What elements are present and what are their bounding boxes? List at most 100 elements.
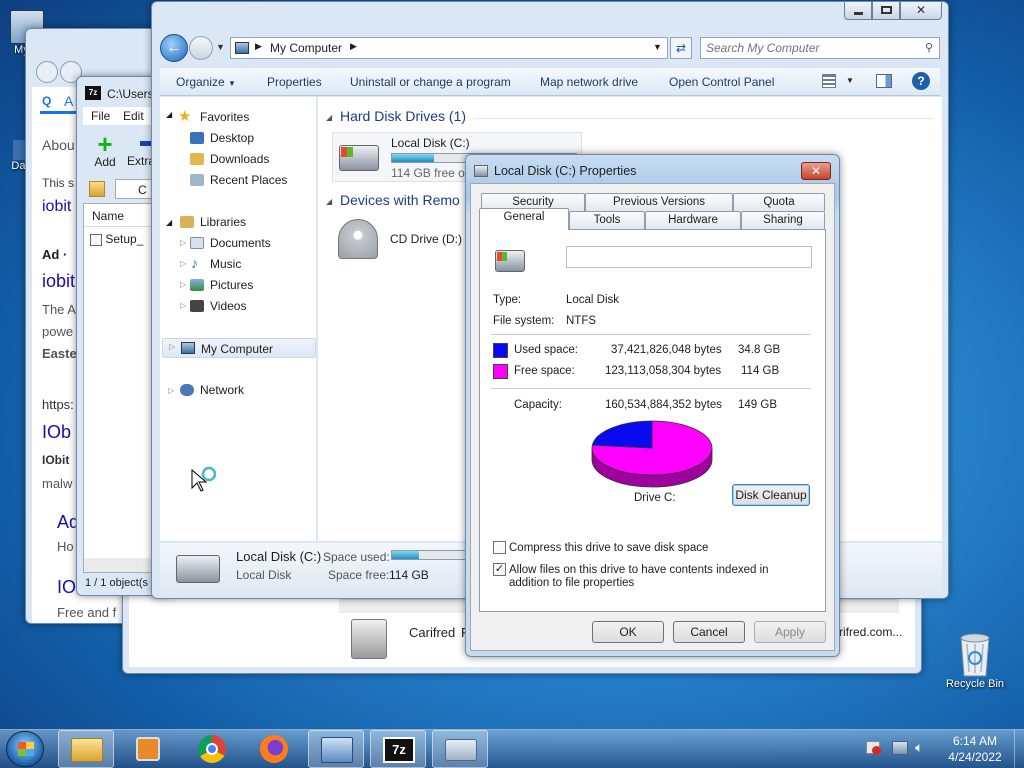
nav-item-downloads[interactable]: Downloads — [210, 152, 269, 166]
mouse-cursor-icon — [191, 466, 217, 492]
file-icon — [90, 233, 102, 246]
taskbar-my-computer[interactable] — [308, 730, 364, 768]
tab-sharing[interactable]: Sharing — [741, 211, 825, 229]
file-row[interactable]: Setup_ — [90, 232, 143, 246]
keyboard-icon — [445, 739, 477, 761]
back-button[interactable]: ← — [160, 34, 188, 62]
compress-checkbox[interactable] — [493, 541, 506, 554]
start-button[interactable] — [6, 731, 44, 767]
map-drive-button[interactable]: Map network drive — [540, 75, 638, 89]
collapse-arrow-icon[interactable]: ◢ — [326, 197, 332, 206]
type-label: Type: — [493, 294, 522, 306]
recent-places-icon — [190, 174, 204, 186]
file-name: Setup_ — [105, 232, 144, 246]
preview-pane-icon[interactable] — [876, 74, 892, 88]
clock-date: 4/24/2022 — [948, 750, 1002, 764]
volume-icon[interactable]: 🔈︎ — [915, 739, 923, 756]
nav-item-desktop[interactable]: Desktop — [210, 131, 254, 145]
desktop-icon-recycle-bin[interactable]: Recycle Bin — [940, 630, 1010, 690]
help-icon[interactable]: ? — [912, 72, 930, 90]
result-link[interactable]: IOb — [42, 422, 71, 443]
minimize-button[interactable] — [844, 2, 872, 20]
videos-icon — [190, 300, 204, 312]
search-input[interactable] — [706, 40, 906, 56]
add-button[interactable]: + Add — [89, 129, 121, 171]
menu-edit[interactable]: Edit — [123, 109, 144, 123]
up-folder-icon[interactable] — [89, 181, 105, 197]
properties-dialog: Local Disk (C:) Properties ✕ Security Pr… — [465, 154, 840, 657]
tab-hardware[interactable]: Hardware — [645, 211, 741, 229]
carifred-url[interactable]: rifred.com... — [839, 625, 902, 639]
taskbar-media-player[interactable] — [120, 730, 176, 768]
expand-arrow-icon[interactable]: ▷ — [180, 280, 186, 289]
forward-button[interactable] — [189, 36, 213, 60]
taskbar-explorer[interactable] — [58, 730, 114, 768]
taskbar-firefox[interactable] — [246, 730, 302, 768]
apply-button[interactable]: Apply — [754, 621, 826, 643]
maximize-button[interactable] — [872, 2, 900, 20]
organize-menu[interactable]: Organize ▼ — [176, 75, 236, 89]
result-link[interactable]: iobit — [42, 198, 71, 216]
expand-arrow-icon[interactable]: ▷ — [180, 301, 186, 310]
search-box[interactable]: ⚲ — [700, 37, 940, 59]
nav-item-documents[interactable]: Documents — [210, 236, 271, 250]
nav-item-videos[interactable]: Videos — [210, 299, 246, 313]
cd-drive-icon — [338, 219, 378, 259]
network-tray-icon[interactable] — [892, 741, 908, 755]
dialog-close-button[interactable]: ✕ — [801, 162, 831, 180]
properties-button[interactable]: Properties — [267, 75, 322, 89]
refresh-button[interactable]: ⇄ — [670, 37, 692, 59]
taskbar-control-panel[interactable] — [432, 730, 488, 768]
tab-previous-versions[interactable]: Previous Versions — [585, 193, 733, 211]
libraries-item[interactable]: Libraries — [200, 215, 246, 229]
disk-cleanup-button[interactable]: Disk Cleanup — [732, 484, 810, 506]
close-icon: ✕ — [810, 164, 822, 178]
recent-pages-dropdown[interactable]: ▼ — [216, 42, 225, 52]
cancel-button[interactable]: Cancel — [673, 621, 745, 643]
nav-item-my-computer-selected[interactable]: ▷ My Computer — [162, 338, 316, 358]
action-center-icon[interactable] — [866, 741, 881, 755]
tab-general[interactable]: General — [479, 208, 569, 230]
network-item[interactable]: Network — [200, 383, 244, 397]
address-bar[interactable]: ▶ My Computer ▶ ▼ — [230, 37, 668, 59]
tab-tools[interactable]: Tools — [569, 211, 645, 229]
taskbar-7zip[interactable]: 7z — [370, 730, 426, 768]
control-panel-button[interactable]: Open Control Panel — [669, 75, 774, 89]
favorites-item[interactable]: Favorites — [200, 110, 249, 124]
collapse-arrow-icon[interactable]: ◢ — [326, 113, 332, 122]
chevron-down-icon[interactable]: ▼ — [846, 76, 854, 85]
nav-item-recent-places[interactable]: Recent Places — [210, 173, 287, 187]
browser-back-button[interactable] — [36, 61, 58, 83]
expand-arrow-icon[interactable]: ▷ — [180, 238, 186, 247]
show-desktop-button[interactable] — [1014, 730, 1024, 768]
result-link[interactable]: IO — [57, 577, 76, 598]
group-header-devices[interactable]: Devices with Remo — [340, 192, 460, 208]
nav-item-pictures[interactable]: Pictures — [210, 278, 253, 292]
expand-arrow-icon[interactable]: ▷ — [168, 386, 174, 395]
close-button[interactable]: ✕ — [900, 2, 942, 20]
cd-drive-item[interactable]: CD Drive (D:) — [332, 215, 482, 265]
details-type: Local Disk — [236, 568, 292, 582]
minimize-icon — [853, 12, 863, 15]
index-checkbox[interactable]: ✓ — [493, 563, 506, 576]
tab-quota[interactable]: Quota — [733, 193, 825, 211]
plus-icon: + — [97, 129, 113, 159]
address-dropdown-icon[interactable]: ▼ — [653, 42, 662, 52]
nav-item-music[interactable]: Music — [210, 257, 241, 271]
clock[interactable]: 6:14 AM 4/24/2022 — [940, 733, 1010, 765]
taskbar-chrome[interactable] — [184, 730, 240, 768]
view-options-icon[interactable] — [822, 74, 836, 88]
uninstall-button[interactable]: Uninstall or change a program — [350, 75, 511, 89]
search-icon: ⚲ — [924, 42, 933, 54]
expand-arrow-icon[interactable]: ◢ — [166, 218, 172, 227]
menu-file[interactable]: File — [91, 109, 110, 123]
ok-button[interactable]: OK — [592, 621, 664, 643]
used-space-label: Used space: — [514, 344, 578, 356]
group-header-hdd[interactable]: Hard Disk Drives (1) — [340, 108, 466, 124]
result-text: Abou — [42, 137, 75, 153]
column-header-name[interactable]: Name — [92, 209, 124, 223]
expand-arrow-icon[interactable]: ▷ — [180, 259, 186, 268]
volume-name-input[interactable] — [566, 246, 812, 268]
expand-arrow-icon[interactable]: ◢ — [166, 110, 172, 119]
result-link[interactable]: iobit — [42, 271, 75, 292]
